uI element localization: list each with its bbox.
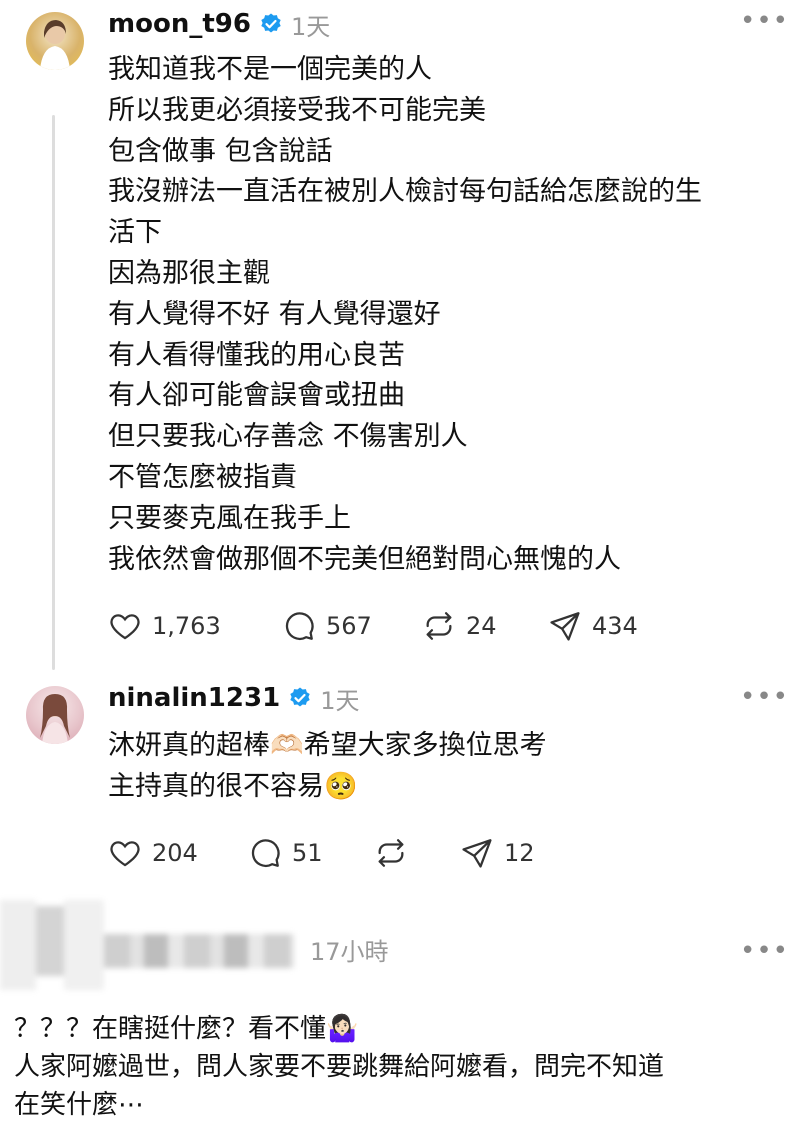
heart-icon [110, 614, 140, 640]
redacted-user-info [0, 900, 300, 990]
comment-icon [285, 612, 314, 640]
repost-count: 24 [466, 612, 497, 640]
comment-line: 人家阿嬤過世，問人家要不要跳舞給阿嬤看，問完不知道 [14, 1052, 665, 1082]
post-line: 有人覺得不好 有人覺得還好 [108, 298, 441, 330]
post-header: moon_t96 1天 [108, 4, 330, 44]
repost-button[interactable]: 24 [422, 609, 497, 643]
post-line: 我知道我不是一個完美的人 [108, 54, 432, 85]
like-button[interactable]: 204 [108, 836, 198, 870]
repost-icon [378, 839, 404, 867]
like-button[interactable]: 1,763 [108, 609, 221, 643]
comment-icon [251, 839, 280, 867]
like-count: 204 [152, 839, 198, 867]
repost-icon [426, 612, 452, 640]
post-line: 我沒辦法一直活在被別人檢討每句話給怎麼說的生 [108, 176, 702, 208]
post-line: 所以我更必須接受我不可能完美 [108, 94, 486, 126]
post-line: 只要麥克風在我手上 [108, 502, 351, 534]
post-line: 有人看得懂我的用心良苦 [108, 339, 405, 371]
post-line: 包含做事 包含說話 [108, 135, 333, 167]
post-time: 1天 [290, 12, 331, 41]
heart-icon [110, 841, 140, 867]
post-line: 因為那很主觀 [108, 257, 270, 289]
comment-button[interactable]: 51 [248, 836, 323, 870]
comment-line: ？？？在瞎挺什麼？看不懂🤷🏻‍♀️ [14, 1014, 359, 1044]
more-options-icon[interactable]: ••• [740, 682, 789, 712]
share-button[interactable]: 434 [548, 609, 638, 643]
share-icon [462, 839, 492, 868]
post-line: 但只要我心存善念 不傷害別人 [108, 421, 468, 453]
avatar-image [40, 20, 70, 70]
share-button[interactable]: 12 [460, 836, 535, 870]
avatar-image [40, 694, 70, 744]
comment-count: 567 [326, 612, 372, 640]
comment-count: 51 [292, 839, 323, 867]
repost-button[interactable] [374, 836, 408, 870]
share-count: 12 [504, 839, 535, 867]
post-header: ninalin1231 1天 [108, 678, 359, 718]
username[interactable]: ninalin1231 [108, 683, 280, 713]
post-line: 主持真的很不容易🥺 [108, 770, 358, 802]
verified-badge-icon [261, 13, 281, 33]
post-line: 不管怎麼被指責 [108, 461, 297, 493]
post-line: 我依然會做那個不完美但絕對問心無愧的人 [108, 543, 621, 575]
post-line: 有人卻可能會誤會或扭曲 [108, 380, 405, 412]
like-count: 1,763 [152, 612, 221, 640]
avatar[interactable] [26, 686, 84, 744]
more-options-icon[interactable]: ••• [740, 6, 789, 36]
share-icon [550, 612, 580, 641]
more-options-icon[interactable]: ••• [740, 936, 789, 966]
share-count: 434 [592, 612, 638, 640]
verified-badge-icon [290, 687, 310, 707]
comment-line: 在笑什麼⋯ [14, 1090, 145, 1120]
comment-body: ？？？在瞎挺什麼？看不懂🤷🏻‍♀️ 人家阿嬤過世，問人家要不要跳舞給阿嬤看，問完… [14, 1010, 664, 1124]
thread-line [52, 115, 55, 670]
post-time: 1天 [320, 686, 360, 715]
post-line: 沐妍真的超棒🫶🏻希望大家多換位思考 [108, 730, 547, 761]
avatar[interactable] [26, 12, 84, 70]
username[interactable]: moon_t96 [108, 9, 251, 39]
comment-time: 17小時 [310, 938, 389, 966]
comment-button[interactable]: 567 [282, 609, 372, 643]
post-body: 沐妍真的超棒🫶🏻希望大家多換位思考 主持真的很不容易🥺 [108, 726, 547, 808]
post-line: 活下 [108, 217, 162, 249]
post-body: 我知道我不是一個完美的人 所以我更必須接受我不可能完美 包含做事 包含說話 我沒… [108, 50, 702, 580]
